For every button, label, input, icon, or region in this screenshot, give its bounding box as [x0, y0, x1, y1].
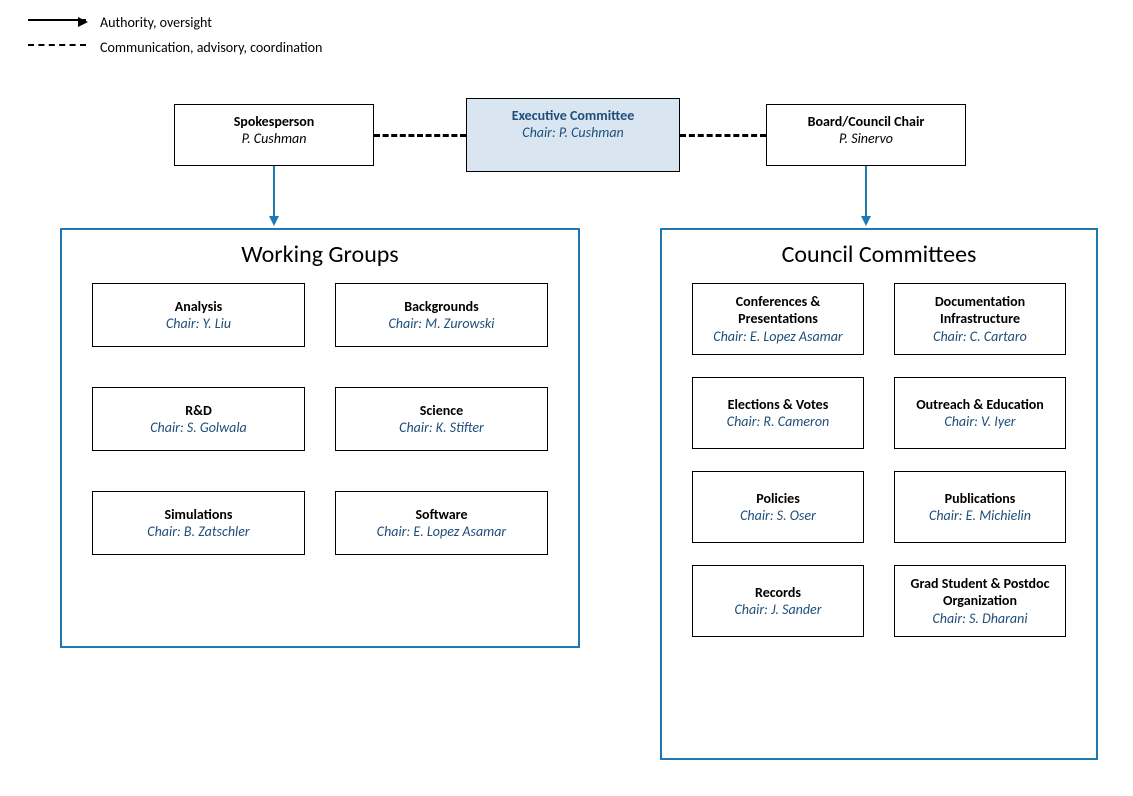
- council-committees-grid: Conferences & PresentationsChair: E. Lop…: [662, 283, 1096, 661]
- group-box-title: Policies: [756, 490, 800, 508]
- council-committees-container: Council Committees Conferences & Present…: [660, 228, 1098, 760]
- group-box: BackgroundsChair: M. Zurowski: [335, 283, 548, 347]
- dashed-connector-right: [680, 134, 766, 137]
- group-box: R&DChair: S. Golwala: [92, 387, 305, 451]
- group-box-chair: Chair: C. Cartaro: [933, 328, 1027, 346]
- board-chair-box: Board/Council Chair P. Sinervo: [766, 104, 966, 166]
- working-groups-grid: AnalysisChair: Y. Liu BackgroundsChair: M…: [62, 283, 578, 583]
- authority-arrow-to-council-committees: [865, 166, 867, 224]
- group-box-title: Conferences & Presentations: [699, 293, 857, 328]
- group-box-chair: Chair: E. Lopez Asamar: [377, 523, 506, 541]
- group-box-chair: Chair: J. Sander: [734, 601, 821, 619]
- dashed-connector-left: [374, 134, 466, 137]
- executive-committee-chair: Chair: P. Cushman: [471, 124, 675, 141]
- spokesperson-name: P. Cushman: [179, 130, 369, 147]
- group-box: SoftwareChair: E. Lopez Asamar: [335, 491, 548, 555]
- group-box: ScienceChair: K. Stifter: [335, 387, 548, 451]
- group-box-title: Outreach & Education: [916, 396, 1044, 414]
- group-box: SimulationsChair: B. Zatschler: [92, 491, 305, 555]
- legend-solid-row: Authority, oversight: [28, 14, 322, 31]
- group-box-chair: Chair: V. Iyer: [944, 413, 1015, 431]
- group-box-chair: Chair: M. Zurowski: [388, 315, 494, 333]
- executive-committee-title: Executive Committee: [471, 107, 675, 124]
- legend: Authority, oversight Communication, advi…: [28, 14, 322, 64]
- exec-chair-name: P. Cushman: [559, 124, 624, 141]
- group-box-chair: Chair: E. Michielin: [929, 507, 1031, 525]
- group-box-title: Documentation Infrastructure: [901, 293, 1059, 328]
- group-box-title: Publications: [945, 490, 1016, 508]
- group-box: Conferences & PresentationsChair: E. Lop…: [692, 283, 864, 355]
- authority-arrow-to-working-groups: [273, 166, 275, 224]
- group-box-title: Science: [420, 402, 463, 420]
- executive-committee-box: Executive Committee Chair: P. Cushman: [466, 98, 680, 172]
- group-box-title: Backgrounds: [404, 298, 478, 316]
- group-box: PublicationsChair: E. Michielin: [894, 471, 1066, 543]
- group-box: Grad Student & Postdoc OrganizationChair…: [894, 565, 1066, 637]
- group-box-title: Analysis: [175, 298, 223, 316]
- group-box: PoliciesChair: S. Oser: [692, 471, 864, 543]
- spokesperson-box: Spokesperson P. Cushman: [174, 104, 374, 166]
- working-groups-container: Working Groups AnalysisChair: Y. Liu Back…: [60, 228, 580, 648]
- group-box-title: Simulations: [165, 506, 233, 524]
- group-box: AnalysisChair: Y. Liu: [92, 283, 305, 347]
- board-chair-name: P. Sinervo: [771, 130, 961, 147]
- group-box-chair: Chair: S. Dharani: [932, 610, 1027, 628]
- legend-solid-label: Authority, oversight: [100, 14, 212, 31]
- group-box: Outreach & EducationChair: V. Iyer: [894, 377, 1066, 449]
- council-committees-title: Council Committees: [662, 230, 1096, 283]
- group-box-chair: Chair: K. Stifter: [399, 419, 484, 437]
- legend-dashed-label: Communication, advisory, coordination: [100, 39, 322, 56]
- group-box-chair: Chair: B. Zatschler: [147, 523, 249, 541]
- spokesperson-title: Spokesperson: [179, 113, 369, 130]
- group-box-chair: Chair: S. Oser: [740, 507, 816, 525]
- group-box-chair: Chair: R. Cameron: [727, 413, 829, 431]
- group-box-chair: Chair: S. Golwala: [150, 419, 247, 437]
- working-groups-title: Working Groups: [62, 230, 578, 283]
- board-chair-title: Board/Council Chair: [771, 113, 961, 130]
- group-box: Elections & VotesChair: R. Cameron: [692, 377, 864, 449]
- group-box-title: Grad Student & Postdoc Organization: [901, 575, 1059, 610]
- group-box-title: Elections & Votes: [728, 396, 829, 414]
- legend-dashed-row: Communication, advisory, coordination: [28, 39, 322, 56]
- group-box-title: Records: [755, 584, 801, 602]
- dashed-line-icon: [28, 44, 86, 56]
- group-box: Documentation InfrastructureChair: C. Ca…: [894, 283, 1066, 355]
- arrow-icon: [28, 19, 86, 31]
- group-box-title: R&D: [185, 402, 212, 420]
- group-box-title: Software: [415, 506, 467, 524]
- group-box-chair: Chair: Y. Liu: [166, 315, 231, 333]
- exec-chair-prefix: Chair:: [522, 124, 555, 141]
- group-box-chair: Chair: E. Lopez Asamar: [713, 328, 842, 346]
- group-box: RecordsChair: J. Sander: [692, 565, 864, 637]
